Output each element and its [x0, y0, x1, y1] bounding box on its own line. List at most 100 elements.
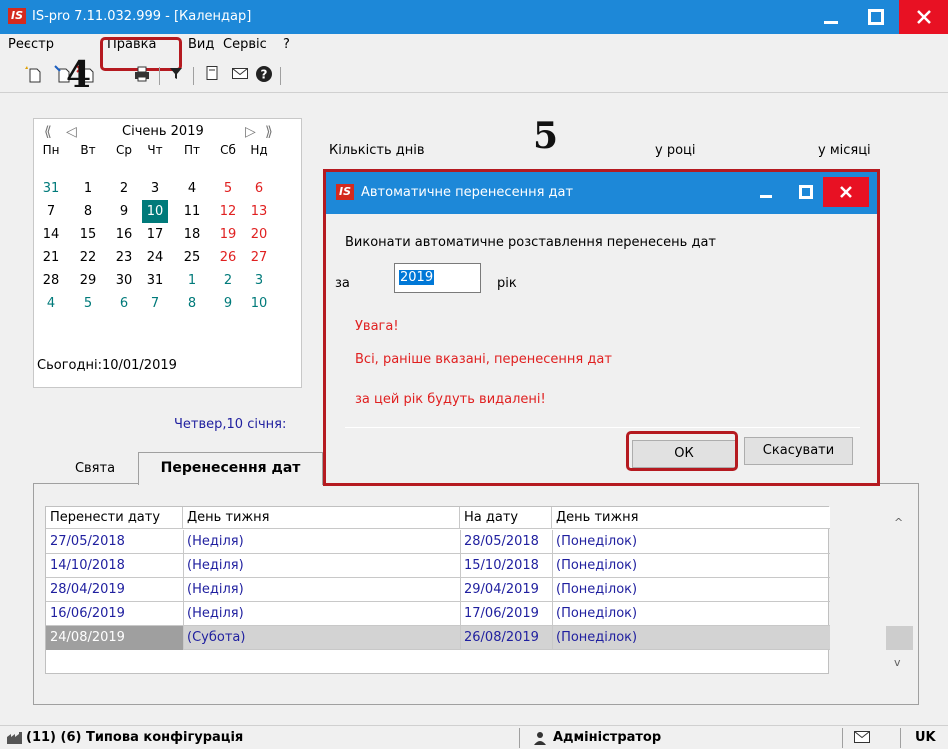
calendar-day[interactable]: 18 — [179, 223, 205, 246]
calendar-day[interactable]: 4 — [38, 292, 64, 315]
maximize-button[interactable] — [853, 0, 899, 34]
year-for-label: за — [335, 276, 350, 291]
toolbar-separator — [159, 67, 160, 85]
weekday-label: Ср — [116, 143, 132, 157]
calendar-day[interactable]: 3 — [246, 269, 272, 292]
cancel-button[interactable]: Скасувати — [744, 437, 853, 465]
calendar-day[interactable]: 25 — [179, 246, 205, 269]
calendar-day[interactable]: 5 — [215, 177, 241, 200]
table-row[interactable]: 24/08/2019 (Субота) 26/08/2019 (Понеділок) — [46, 626, 830, 650]
calendar-day[interactable]: 1 — [179, 269, 205, 292]
close-icon — [840, 186, 852, 198]
calendar-day[interactable]: 13 — [246, 200, 272, 223]
mail-status-icon[interactable] — [853, 730, 871, 747]
calendar-day[interactable]: 5 — [75, 292, 101, 315]
calendar-day[interactable]: 7 — [38, 200, 64, 223]
table-cell-to-day: (Понеділок) — [556, 558, 638, 573]
calendar-day[interactable]: 21 — [38, 246, 64, 269]
menu-registry[interactable]: Реєстр — [8, 37, 54, 53]
close-icon — [916, 10, 931, 24]
calendar-day[interactable]: 20 — [246, 223, 272, 246]
menu-view[interactable]: Вид — [188, 37, 214, 53]
calendar-day[interactable]: 6 — [111, 292, 137, 315]
calendar-day[interactable]: 31 — [142, 269, 168, 292]
calendar-day[interactable]: 4 — [179, 177, 205, 200]
calendar-day[interactable]: 9 — [215, 292, 241, 315]
calendar-day[interactable]: 7 — [142, 292, 168, 315]
calendar-day[interactable]: 6 — [246, 177, 272, 200]
scroll-thumb[interactable] — [886, 626, 913, 650]
calendar-day[interactable]: 23 — [111, 246, 137, 269]
days-count-label: Кількість днів — [329, 143, 425, 158]
calendar-day[interactable]: 14 — [38, 223, 64, 246]
grid-scrollbar[interactable]: ^ v — [886, 506, 913, 674]
dialog-minimize-button[interactable] — [746, 177, 786, 207]
table-row[interactable]: 28/04/2019 (Неділя) 29/04/2019 (Понеділок) — [46, 578, 830, 602]
column-header-from-day[interactable]: День тижня — [183, 507, 460, 529]
calendar-day[interactable]: 2 — [111, 177, 137, 200]
mail-button[interactable] — [230, 65, 250, 85]
filter-button[interactable] — [166, 65, 186, 85]
next-month-icon[interactable]: ▷ — [245, 125, 256, 139]
prev-year-icon[interactable]: ⟪ — [44, 125, 52, 139]
minimize-button[interactable] — [808, 0, 854, 34]
table-cell-from-date: 14/10/2018 — [50, 558, 125, 573]
calendar-day[interactable]: 28 — [38, 269, 64, 292]
close-button[interactable] — [899, 0, 948, 34]
calendar-day[interactable]: 16 — [111, 223, 137, 246]
calendar-day[interactable]: 10 — [246, 292, 272, 315]
prev-month-icon[interactable]: ◁ — [66, 125, 77, 139]
year-suffix-label: рік — [497, 276, 517, 291]
menu-service[interactable]: Сервіс — [223, 37, 267, 53]
calendar-day[interactable]: 27 — [246, 246, 272, 269]
table-cell-to-date: 28/05/2018 — [464, 534, 539, 549]
table-row[interactable]: 16/06/2019 (Неділя) 17/06/2019 (Понеділок) — [46, 602, 830, 626]
calendar-day[interactable]: 29 — [75, 269, 101, 292]
help-button[interactable]: ? — [254, 65, 274, 85]
calendar-day[interactable]: 24 — [142, 246, 168, 269]
calendar-day[interactable]: 8 — [179, 292, 205, 315]
next-year-icon[interactable]: ⟫ — [265, 125, 273, 139]
calendar-day[interactable]: 31 — [38, 177, 64, 200]
calendar-day[interactable]: 1 — [75, 177, 101, 200]
calendar-day[interactable]: 9 — [111, 200, 137, 223]
scroll-down-icon[interactable]: v — [894, 656, 901, 669]
table-cell-from-day: (Неділя) — [187, 606, 244, 621]
calendar-day[interactable]: 17 — [142, 223, 168, 246]
new-doc-icon — [25, 66, 41, 83]
calendar-day[interactable]: 26 — [215, 246, 241, 269]
calendar-day-selected[interactable]: 10 — [142, 200, 168, 223]
column-header-from-date[interactable]: Перенести дату — [46, 507, 183, 529]
column-header-to-date[interactable]: На дату — [460, 507, 552, 529]
calendar-day[interactable]: 8 — [75, 200, 101, 223]
calendar-day[interactable]: 2 — [215, 269, 241, 292]
calendar-day[interactable]: 15 — [75, 223, 101, 246]
calendar-day[interactable]: 11 — [179, 200, 205, 223]
today-label[interactable]: Сьогодні:10/01/2019 — [37, 358, 177, 373]
minimize-icon — [824, 21, 838, 24]
maximize-icon — [868, 9, 884, 25]
tab-date-transfers[interactable]: Перенесення дат — [138, 452, 323, 485]
scroll-up-icon[interactable]: ^ — [894, 516, 903, 529]
mail-icon — [232, 68, 248, 79]
calendar-day[interactable]: 30 — [111, 269, 137, 292]
year-input[interactable]: 2019 — [394, 263, 481, 293]
table-row[interactable]: 27/05/2018 (Неділя) 28/05/2018 (Понеділок) — [46, 530, 830, 554]
table-cell-from-date: 24/08/2019 — [46, 626, 183, 650]
column-header-to-day[interactable]: День тижня — [552, 507, 830, 529]
tab-holidays[interactable]: Свята — [52, 453, 138, 484]
table-cell-to-day: (Понеділок) — [556, 606, 638, 621]
dialog-maximize-button[interactable] — [786, 177, 826, 207]
table-row[interactable]: 14/10/2018 (Неділя) 15/10/2018 (Понеділок) — [46, 554, 830, 578]
dialog-close-button[interactable] — [823, 177, 869, 207]
language-status[interactable]: UK — [915, 728, 936, 748]
calendar-day[interactable]: 3 — [142, 177, 168, 200]
menu-help[interactable]: ? — [283, 37, 290, 53]
calendar-day[interactable]: 22 — [75, 246, 101, 269]
calendar-day[interactable]: 12 — [215, 200, 241, 223]
calendar-day[interactable]: 19 — [215, 223, 241, 246]
print-button[interactable] — [132, 65, 152, 85]
form-button[interactable] — [202, 65, 222, 85]
new-doc-button[interactable] — [24, 65, 44, 85]
window-title: IS-pro 7.11.032.999 - [Календар] — [32, 9, 252, 24]
